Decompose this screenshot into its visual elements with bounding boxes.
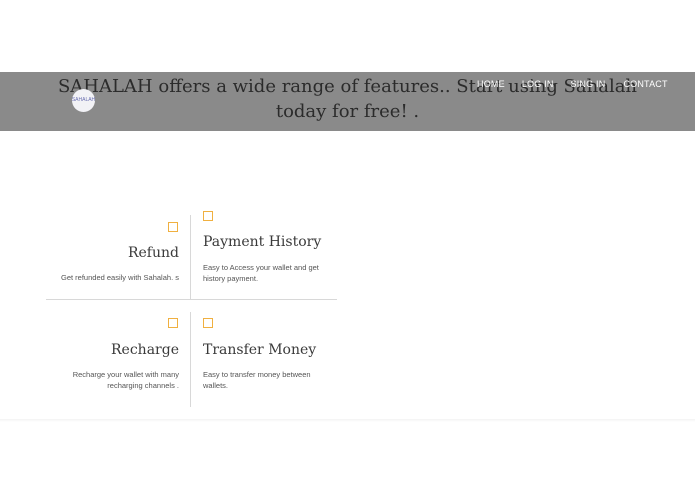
nav-home[interactable]: HOME xyxy=(477,79,505,89)
transfer-money-checkbox-icon xyxy=(203,318,213,328)
nav-contact[interactable]: CONTACT xyxy=(623,79,667,89)
divider-vertical-top xyxy=(190,215,191,299)
feature-title-transfer-money: Transfer Money xyxy=(203,342,317,358)
feature-desc-recharge: Recharge your wallet with many rechargin… xyxy=(72,370,179,390)
section-bottom-shadow xyxy=(0,419,695,422)
feature-title-refund: Refund xyxy=(127,245,179,261)
feature-desc-payment-history: Easy to Access your wallet and get histo… xyxy=(203,263,319,283)
recharge-checkbox-icon xyxy=(168,318,178,328)
feature-title-payment-history: Payment History xyxy=(203,234,322,250)
payment-history-checkbox-icon xyxy=(203,211,213,221)
divider-vertical-bottom xyxy=(190,312,191,407)
refund-checkbox-icon xyxy=(168,222,178,232)
feature-desc-transfer-money: Easy to transfer money between wallets. xyxy=(203,370,311,390)
nav-log-in[interactable]: LOG IN xyxy=(522,79,554,89)
sahalah-logo[interactable]: SAHALAH xyxy=(72,89,95,112)
nav-sign-in[interactable]: SING IN xyxy=(571,79,606,89)
feature-desc-refund: Get refunded easily with Sahalah. s xyxy=(61,273,179,282)
divider-horizontal xyxy=(46,299,337,300)
main-nav: HOME LOG IN SING IN CONTACT xyxy=(477,79,668,89)
feature-title-recharge: Recharge xyxy=(111,342,179,358)
